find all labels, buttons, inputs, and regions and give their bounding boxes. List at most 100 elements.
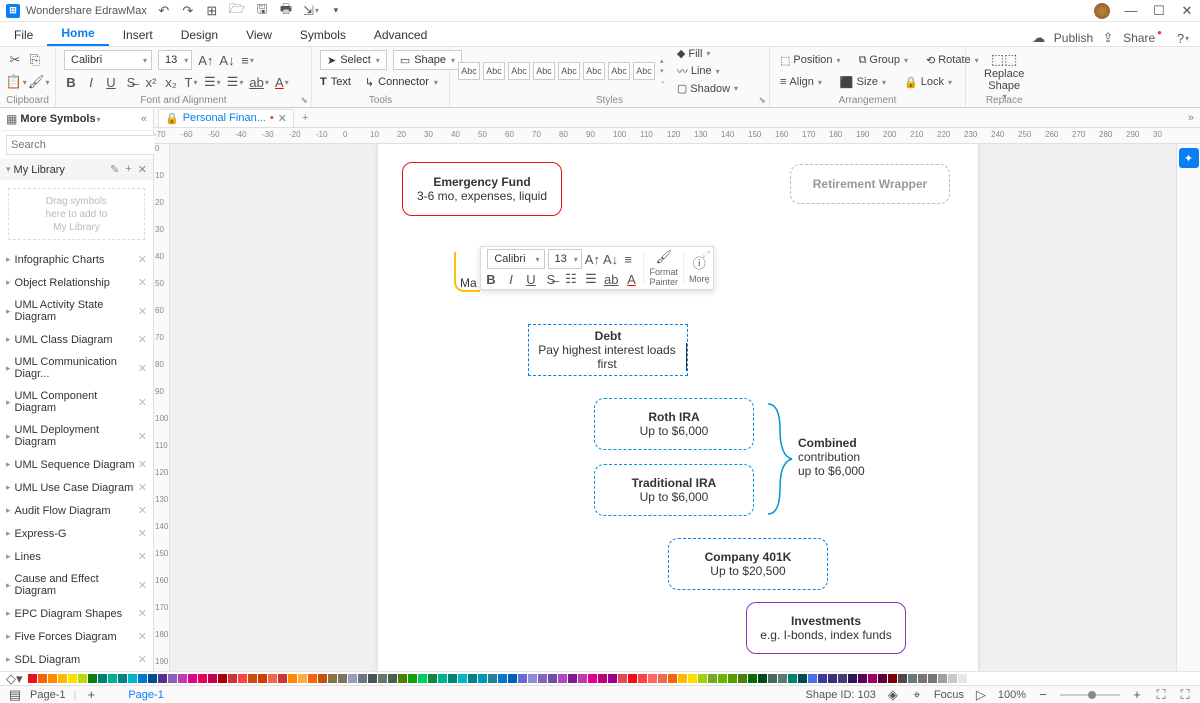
publish-label[interactable]: Publish bbox=[1054, 31, 1093, 45]
float-fontcolor-icon[interactable]: A bbox=[624, 271, 638, 287]
color-swatch[interactable] bbox=[548, 674, 557, 683]
style-preset[interactable]: Abc bbox=[633, 62, 655, 80]
category-item[interactable]: ▸Infographic Charts✕ bbox=[0, 248, 153, 271]
zoom-out-icon[interactable]: − bbox=[1036, 687, 1050, 702]
maximize-icon[interactable]: ☐ bbox=[1152, 3, 1166, 19]
italic-icon[interactable]: I bbox=[84, 75, 98, 90]
color-swatch[interactable] bbox=[908, 674, 917, 683]
category-item[interactable]: ▸UML Sequence Diagram✕ bbox=[0, 453, 153, 476]
group-menu[interactable]: ⧉ Group▾ bbox=[857, 53, 910, 68]
color-swatch[interactable] bbox=[368, 674, 377, 683]
library-drop-zone[interactable]: Drag symbols here to add to My Library bbox=[8, 188, 145, 240]
color-swatch[interactable] bbox=[278, 674, 287, 683]
color-swatch[interactable] bbox=[188, 674, 197, 683]
color-swatch[interactable] bbox=[668, 674, 677, 683]
color-swatch[interactable] bbox=[238, 674, 247, 683]
symbol-search-input[interactable] bbox=[6, 135, 158, 155]
style-preset[interactable]: Abc bbox=[458, 62, 480, 80]
mylibrary-label[interactable]: My Library bbox=[14, 164, 65, 176]
color-swatch[interactable] bbox=[428, 674, 437, 683]
presentation-icon[interactable]: ▷ bbox=[974, 687, 988, 703]
font-size-select[interactable]: 13 bbox=[158, 50, 192, 70]
color-swatch[interactable] bbox=[768, 674, 777, 683]
menu-symbols[interactable]: Symbols bbox=[286, 24, 360, 46]
float-underline-icon[interactable]: U bbox=[524, 271, 538, 287]
lib-edit-icon[interactable]: ✎ bbox=[110, 163, 119, 176]
color-swatch[interactable] bbox=[648, 674, 657, 683]
text-tool[interactable]: TText bbox=[320, 76, 351, 88]
category-item[interactable]: ▸UML Component Diagram✕ bbox=[0, 385, 153, 419]
float-increase-font-icon[interactable]: A↑ bbox=[585, 252, 600, 267]
color-swatch[interactable] bbox=[578, 674, 587, 683]
decrease-font-icon[interactable]: A↓ bbox=[219, 53, 234, 68]
color-swatch[interactable] bbox=[148, 674, 157, 683]
color-swatch[interactable] bbox=[958, 674, 967, 683]
new-icon[interactable]: ⊞ bbox=[205, 0, 219, 22]
color-swatch[interactable] bbox=[898, 674, 907, 683]
font-dialog-launcher-icon[interactable]: ⬊ bbox=[300, 95, 308, 106]
menu-file[interactable]: File bbox=[0, 24, 47, 46]
float-bold-icon[interactable]: B bbox=[484, 271, 498, 287]
highlight-icon[interactable]: ab▾ bbox=[249, 75, 268, 90]
print-icon[interactable]: 🖶 bbox=[279, 0, 293, 22]
bold-icon[interactable]: B bbox=[64, 75, 78, 90]
color-swatch[interactable] bbox=[438, 674, 447, 683]
color-swatch[interactable] bbox=[268, 674, 277, 683]
category-item[interactable]: ▸EPC Diagram Shapes✕ bbox=[0, 602, 153, 625]
color-swatch[interactable] bbox=[108, 674, 117, 683]
underline-icon[interactable]: U bbox=[104, 75, 118, 90]
color-swatch[interactable] bbox=[858, 674, 867, 683]
color-swatch[interactable] bbox=[328, 674, 337, 683]
category-item[interactable]: ▸Audit Flow Diagram✕ bbox=[0, 499, 153, 522]
increase-font-icon[interactable]: A↑ bbox=[198, 53, 213, 68]
close-tab-icon[interactable]: ✕ bbox=[278, 112, 287, 125]
color-swatch[interactable] bbox=[748, 674, 757, 683]
undo-icon[interactable]: ↶ bbox=[157, 0, 171, 22]
font-family-select[interactable]: Calibri bbox=[64, 50, 152, 70]
shape-roth-ira[interactable]: Roth IRA Up to $6,000 bbox=[594, 398, 754, 450]
color-swatch[interactable] bbox=[448, 674, 457, 683]
category-item[interactable]: ▸Object Relationship✕ bbox=[0, 271, 153, 294]
shape-emergency-fund[interactable]: Emergency Fund 3-6 mo, expenses, liquid bbox=[402, 162, 562, 216]
zoom-in-icon[interactable]: + bbox=[1130, 687, 1144, 702]
category-item[interactable]: ▸UML Activity State Diagram✕ bbox=[0, 294, 153, 328]
style-scroll-up-icon[interactable]: ▴ bbox=[660, 57, 666, 65]
style-preset[interactable]: Abc bbox=[558, 62, 580, 80]
paste-icon[interactable]: 📋▾ bbox=[8, 74, 24, 90]
style-preset[interactable]: Abc bbox=[608, 62, 630, 80]
zoom-label[interactable]: 100% bbox=[998, 689, 1026, 701]
line-spacing-icon[interactable]: ☰▾ bbox=[204, 74, 221, 90]
color-swatch[interactable] bbox=[308, 674, 317, 683]
qat-more-icon[interactable]: ▾ bbox=[329, 0, 343, 22]
category-item[interactable]: ▸Express-G✕ bbox=[0, 522, 153, 545]
float-size-select[interactable]: 13 bbox=[548, 249, 582, 269]
shape-traditional-ira[interactable]: Traditional IRA Up to $6,000 bbox=[594, 464, 754, 516]
new-tab-icon[interactable]: + bbox=[302, 112, 308, 124]
redo-icon[interactable]: ↷ bbox=[181, 0, 195, 22]
color-swatch[interactable] bbox=[888, 674, 897, 683]
fullscreen-icon[interactable]: ⛶ bbox=[1178, 687, 1192, 703]
color-swatch[interactable] bbox=[398, 674, 407, 683]
color-swatch[interactable] bbox=[378, 674, 387, 683]
export-icon[interactable]: ⇲▾ bbox=[303, 0, 319, 22]
color-swatch[interactable] bbox=[598, 674, 607, 683]
category-item[interactable]: ▸Five Forces Diagram✕ bbox=[0, 625, 153, 648]
category-item[interactable]: ▸UML Class Diagram✕ bbox=[0, 328, 153, 351]
color-swatch[interactable] bbox=[358, 674, 367, 683]
menu-design[interactable]: Design bbox=[167, 24, 232, 46]
open-icon[interactable]: 🗁 bbox=[229, 0, 245, 22]
color-swatch[interactable] bbox=[258, 674, 267, 683]
color-swatch[interactable] bbox=[678, 674, 687, 683]
color-swatch[interactable] bbox=[628, 674, 637, 683]
pages-icon[interactable]: ▤ bbox=[8, 687, 22, 703]
focus-target-icon[interactable]: ⌖ bbox=[910, 687, 924, 703]
palette-picker-icon[interactable]: ◇▾ bbox=[6, 671, 23, 687]
color-swatch[interactable] bbox=[158, 674, 167, 683]
color-swatch[interactable] bbox=[528, 674, 537, 683]
menu-home[interactable]: Home bbox=[47, 22, 108, 46]
canvas[interactable]: Emergency Fund 3-6 mo, expenses, liquid … bbox=[170, 144, 1176, 671]
color-swatch[interactable] bbox=[138, 674, 147, 683]
lib-add-icon[interactable]: + bbox=[125, 163, 131, 176]
color-swatch[interactable] bbox=[778, 674, 787, 683]
color-swatch[interactable] bbox=[128, 674, 137, 683]
